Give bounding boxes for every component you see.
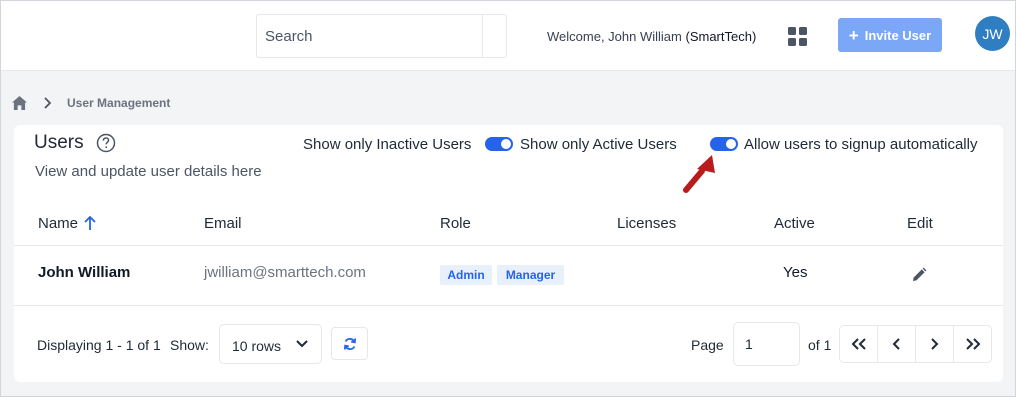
search-divider bbox=[482, 15, 483, 57]
toggle-knob bbox=[726, 139, 736, 149]
column-header-licenses: Licenses bbox=[617, 215, 677, 232]
rows-per-page-select[interactable]: 10 rows bbox=[219, 324, 322, 364]
user-name-cell: John William bbox=[38, 264, 131, 281]
displaying-count: Displaying 1 - 1 of 1 bbox=[37, 337, 161, 353]
row-divider bbox=[14, 305, 1003, 306]
chevron-left-icon bbox=[892, 338, 900, 350]
double-chevron-left-icon bbox=[851, 338, 866, 350]
invite-user-button[interactable]: + Invite User bbox=[838, 18, 942, 52]
welcome-text: Welcome, John William bbox=[547, 29, 682, 44]
chevron-right-icon bbox=[44, 97, 51, 109]
next-page-button[interactable] bbox=[916, 326, 954, 362]
inactive-users-filter[interactable]: Show only Inactive Users bbox=[303, 136, 471, 153]
search-input[interactable] bbox=[257, 15, 483, 57]
chevron-right-icon bbox=[931, 338, 939, 350]
grid-icon[interactable] bbox=[788, 27, 807, 46]
page-title: Users bbox=[34, 132, 84, 153]
chevron-down-icon bbox=[296, 340, 308, 348]
user-email-cell: jwilliam@smarttech.com bbox=[204, 264, 366, 281]
breadcrumb: User Management bbox=[12, 94, 170, 112]
role-badge-manager: Manager bbox=[497, 265, 564, 285]
column-header-name[interactable]: Name bbox=[38, 215, 78, 232]
rows-per-page-value: 10 rows bbox=[232, 338, 282, 354]
red-arrow-annotation bbox=[683, 155, 715, 193]
page-number-input[interactable] bbox=[733, 322, 800, 366]
column-header-role: Role bbox=[440, 215, 471, 232]
user-active-cell: Yes bbox=[783, 264, 808, 281]
column-header-edit: Edit bbox=[907, 215, 933, 232]
show-label: Show: bbox=[170, 337, 209, 353]
signup-label: Allow users to signup automatically bbox=[744, 136, 978, 153]
prev-page-button[interactable] bbox=[878, 326, 916, 362]
page-label: Page bbox=[691, 337, 724, 353]
pagination-controls bbox=[839, 325, 992, 363]
column-header-active: Active bbox=[774, 215, 815, 232]
double-chevron-right-icon bbox=[965, 338, 980, 350]
avatar[interactable]: JW bbox=[975, 16, 1010, 51]
welcome-message: Welcome, John William (SmartTech) bbox=[547, 29, 756, 44]
role-badge-admin: Admin bbox=[440, 265, 492, 285]
invite-user-label: Invite User bbox=[864, 27, 932, 43]
toggle-knob bbox=[501, 139, 511, 149]
header-divider bbox=[14, 245, 1003, 246]
first-page-button[interactable] bbox=[840, 326, 878, 362]
users-card: Users View and update user details here … bbox=[14, 125, 1003, 382]
page-total: of 1 bbox=[808, 337, 832, 353]
plus-icon: + bbox=[848, 25, 859, 45]
home-icon[interactable] bbox=[12, 96, 27, 110]
company-name: (SmartTech) bbox=[685, 29, 757, 44]
pencil-icon[interactable] bbox=[911, 267, 927, 283]
page-subtitle: View and update user details here bbox=[35, 163, 262, 180]
breadcrumb-current: User Management bbox=[67, 96, 171, 110]
top-bar: Welcome, John William (SmartTech) + Invi… bbox=[1, 1, 1015, 71]
search-box[interactable] bbox=[256, 14, 507, 58]
question-circle-icon[interactable] bbox=[96, 133, 116, 153]
active-users-label: Show only Active Users bbox=[520, 136, 677, 153]
column-header-email: Email bbox=[204, 215, 242, 232]
active-users-toggle[interactable] bbox=[485, 137, 513, 151]
refresh-button[interactable] bbox=[331, 327, 368, 360]
arrow-up-icon[interactable] bbox=[84, 216, 96, 231]
refresh-icon bbox=[343, 337, 356, 350]
last-page-button[interactable] bbox=[954, 326, 991, 362]
